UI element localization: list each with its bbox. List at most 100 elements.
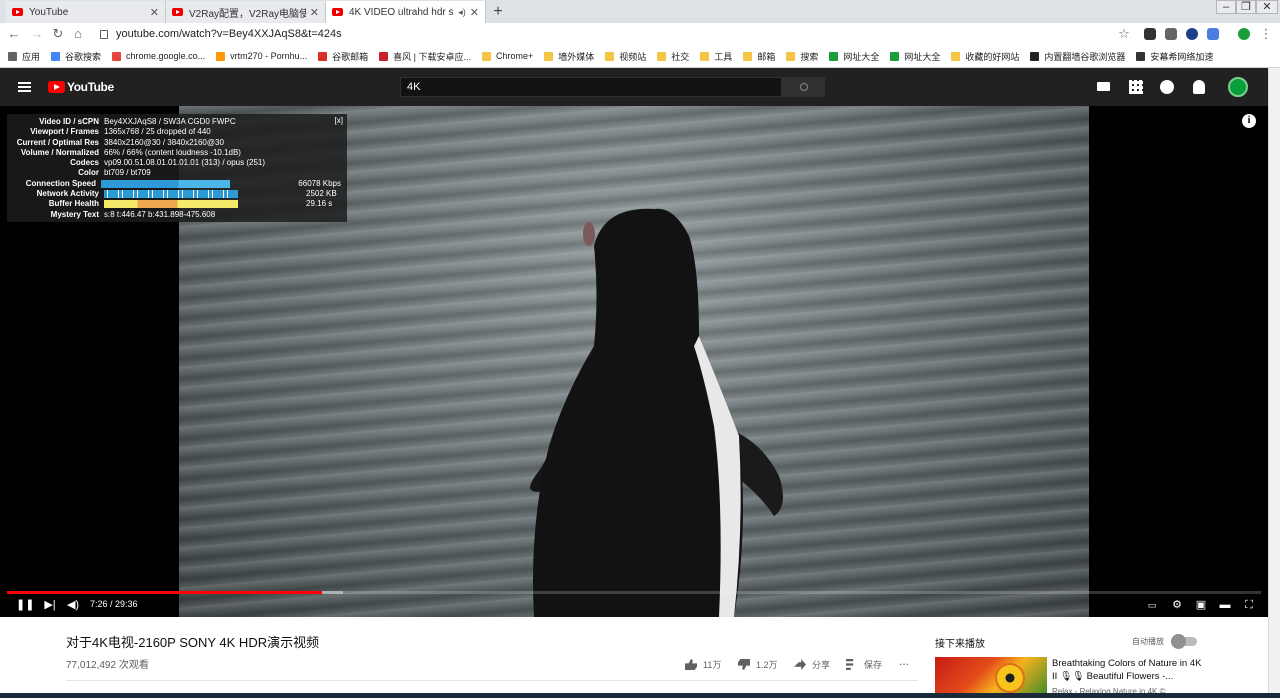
- stats-row: Viewport / Frames 1365x768 / 25 dropped o…: [13, 127, 341, 137]
- bookmark-item[interactable]: 工具: [700, 50, 732, 63]
- bookmark-label: 网址大全: [843, 51, 880, 62]
- bookmark-item[interactable]: Chrome+: [481, 51, 533, 61]
- bookmark-item[interactable]: 社交: [657, 50, 689, 63]
- next-icon[interactable]: ▶|: [43, 598, 57, 612]
- like-button[interactable]: 11万: [685, 658, 721, 671]
- thumbs-down-icon: [738, 659, 750, 670]
- bookmark-label: 搜索: [800, 51, 819, 62]
- recommended-thumbnail[interactable]: [935, 657, 1047, 698]
- youtube-favicon-icon: [172, 8, 183, 16]
- messages-icon[interactable]: [1160, 80, 1174, 94]
- tab-audio-icon[interactable]: ◂): [458, 7, 466, 18]
- bookmark-item[interactable]: 视频站: [605, 50, 646, 63]
- minimize-button[interactable]: –: [1216, 0, 1236, 14]
- forward-icon[interactable]: →: [29, 26, 45, 42]
- extension-icon[interactable]: [1165, 28, 1177, 40]
- hamburger-menu-icon[interactable]: [18, 82, 31, 92]
- os-taskbar: [0, 693, 1280, 698]
- bookmark-item[interactable]: 内置翻墙谷歌浏览器: [1030, 50, 1125, 63]
- bookmark-item[interactable]: 喜风 | 下载安卓应...: [379, 50, 471, 63]
- profile-avatar[interactable]: [1238, 28, 1250, 40]
- folder-icon: [657, 51, 667, 61]
- info-icon[interactable]: i: [1242, 114, 1256, 128]
- miniplayer-icon[interactable]: ▣: [1194, 598, 1208, 612]
- page-scrollbar[interactable]: [1268, 68, 1280, 698]
- bookmark-item[interactable]: 应用: [8, 50, 40, 63]
- more-actions-button[interactable]: ...: [899, 654, 909, 668]
- home-icon[interactable]: ⌂: [70, 26, 86, 42]
- recommended-title[interactable]: Breathtaking Colors of Nature in 4K II 🎙…: [1052, 657, 1202, 683]
- thumbs-up-icon: [685, 659, 697, 670]
- settings-gear-icon[interactable]: ⚙: [1170, 598, 1184, 612]
- search-input[interactable]: 4K: [400, 77, 782, 97]
- bookmark-label: 收藏的好网站: [965, 51, 1020, 62]
- share-button[interactable]: 分享: [794, 658, 830, 671]
- bookmark-label: 社交: [671, 51, 690, 62]
- volume-icon[interactable]: ◀): [66, 598, 80, 612]
- lock-icon: [100, 29, 108, 39]
- bookmark-item[interactable]: 网址大全: [829, 50, 879, 63]
- account-avatar[interactable]: [1228, 77, 1248, 97]
- youtube-logo[interactable]: YouTube: [48, 80, 114, 94]
- stats-key: Video ID / sCPN: [39, 117, 99, 126]
- stats-row: Codecs vp09.00.51.08.01.01.01.01 (313) / …: [13, 158, 341, 168]
- tab-v2ray[interactable]: V2Ray配置，V2Ray电脑使用教程 ✕: [166, 1, 326, 23]
- tab-close-icon[interactable]: ✕: [470, 6, 479, 19]
- menu-dots-icon[interactable]: ⋮: [1258, 26, 1274, 42]
- save-button[interactable]: 保存: [846, 658, 882, 671]
- bookmark-label: 喜风 | 下载安卓应...: [393, 51, 471, 62]
- create-video-icon[interactable]: [1097, 82, 1110, 91]
- stats-close-button[interactable]: [x]: [335, 116, 343, 125]
- pause-icon[interactable]: ❚❚: [16, 598, 34, 612]
- dislike-count: 1.2万: [756, 660, 778, 670]
- bookmark-item[interactable]: 搜索: [786, 50, 818, 63]
- bookmark-item[interactable]: 收藏的好网站: [951, 50, 1019, 63]
- bookmark-item[interactable]: 谷歌邮箱: [318, 50, 368, 63]
- dislike-button[interactable]: 1.2万: [738, 658, 778, 671]
- stats-value: bt709 / bt709: [104, 168, 151, 178]
- video-player[interactable]: [x] Video ID / sCPN Bey4XXJAqS8 / SW3A CG…: [0, 106, 1268, 617]
- divider: [66, 680, 918, 681]
- bookmark-item[interactable]: chrome.google.co...: [112, 51, 205, 61]
- view-count: 77,012,492 次观看: [66, 660, 149, 671]
- theater-mode-icon[interactable]: ▬: [1218, 598, 1232, 612]
- tab-4k-video[interactable]: 4K VIDEO ultrahd hdr sony ◂) ✕: [326, 1, 486, 23]
- apps-grid-icon[interactable]: [1129, 80, 1143, 94]
- bookmark-label: 墙外媒体: [558, 51, 595, 62]
- bookmark-item[interactable]: 安幕希网络加速: [1136, 50, 1213, 63]
- stats-value: 2502 KB: [306, 189, 337, 199]
- autoplay-toggle[interactable]: [1171, 634, 1197, 649]
- address-bar[interactable]: youtube.com/watch?v=Bey4XXJAqS8&t=424s: [92, 24, 1140, 44]
- bookmark-item[interactable]: 网址大全: [890, 50, 940, 63]
- close-window-button[interactable]: ✕: [1256, 0, 1278, 14]
- google-icon: [51, 51, 61, 61]
- autoplay-label: 自动播放: [1132, 637, 1164, 646]
- bookmark-item[interactable]: 谷歌搜索: [51, 50, 101, 63]
- translate-icon[interactable]: [1207, 28, 1219, 40]
- browser-chrome: YouTube ✕ V2Ray配置，V2Ray电脑使用教程 ✕ 4K VIDEO…: [0, 0, 1280, 68]
- subtitles-icon[interactable]: ▭: [1145, 598, 1159, 612]
- bookmark-star-icon[interactable]: ☆: [1116, 26, 1132, 42]
- bookmark-item[interactable]: 邮箱: [743, 50, 775, 63]
- search-button[interactable]: [782, 77, 825, 97]
- notifications-bell-icon[interactable]: [1193, 80, 1205, 94]
- bookmark-item[interactable]: vrtm270 - Pornhu...: [216, 51, 307, 61]
- bookmark-item[interactable]: 墙外媒体: [544, 50, 594, 63]
- stats-value: 1365x768 / 25 dropped of 440: [104, 127, 211, 137]
- tab-youtube[interactable]: YouTube ✕: [6, 1, 166, 23]
- extension-icon[interactable]: [1186, 28, 1198, 40]
- folder-icon: [481, 51, 491, 61]
- folder-icon: [700, 51, 710, 61]
- bookmark-label: 应用: [22, 51, 41, 62]
- fullscreen-icon[interactable]: ⛶: [1242, 598, 1256, 612]
- tab-close-icon[interactable]: ✕: [310, 6, 319, 19]
- extension-icon[interactable]: [1144, 28, 1156, 40]
- tab-close-icon[interactable]: ✕: [150, 6, 159, 19]
- maximize-button[interactable]: ❐: [1236, 0, 1256, 14]
- reload-icon[interactable]: ↻: [50, 26, 66, 42]
- new-tab-button[interactable]: +: [489, 3, 507, 21]
- youtube-header: YouTube 4K: [0, 68, 1280, 106]
- back-icon[interactable]: ←: [6, 26, 22, 42]
- pinterest-icon: [379, 51, 389, 61]
- tab-label: V2Ray配置，V2Ray电脑使用教程: [189, 8, 306, 20]
